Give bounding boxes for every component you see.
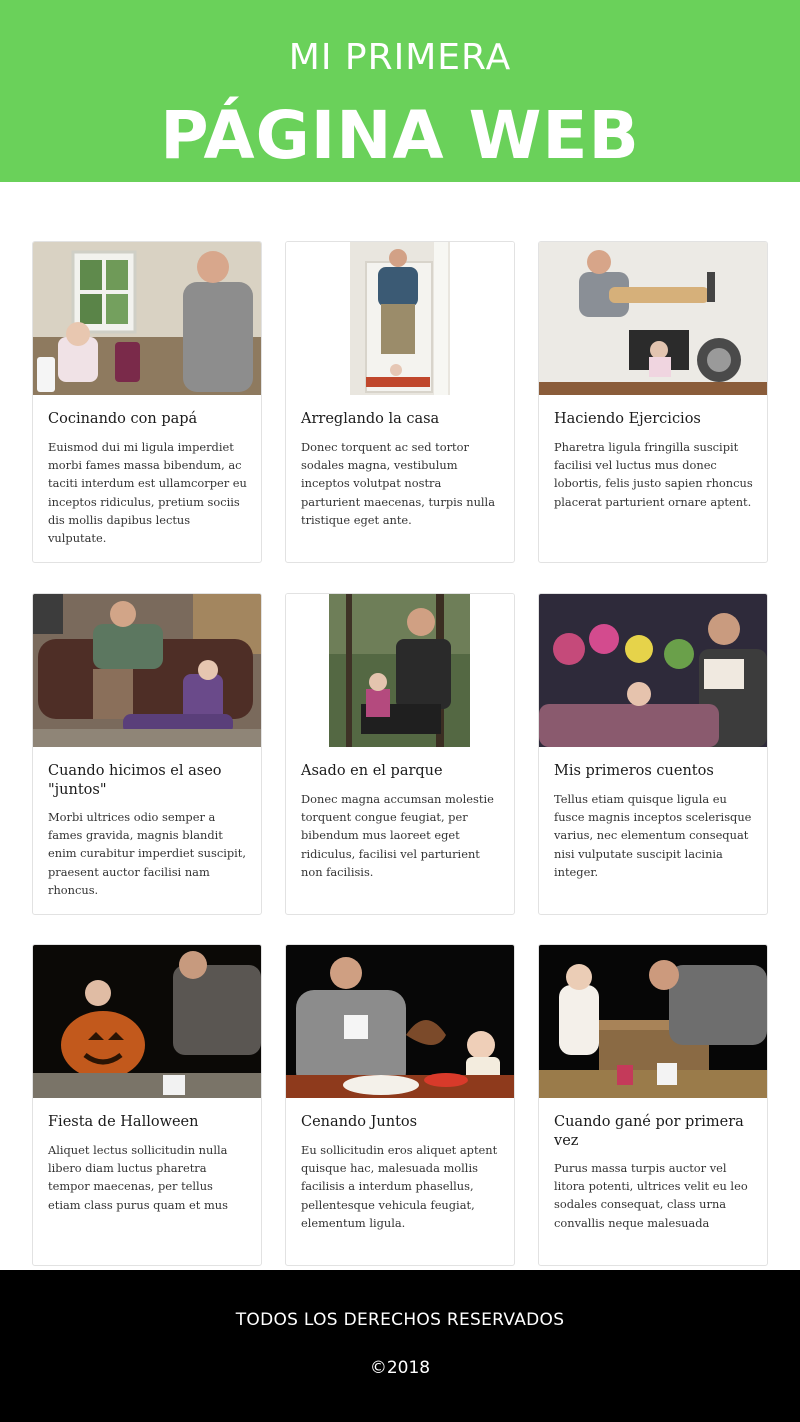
card-aseo: Cuando hicimos el aseo "juntos" Morbi ul… [32,593,262,915]
card-text: Donec torquent ac sed tortor sodales mag… [301,440,495,527]
card-arreglando: Arreglando la casa Donec torquent ac sed… [285,241,515,563]
card-asado: Asado en el parque Donec magna accumsan … [285,593,515,915]
card-photo [33,242,261,395]
card-title: Mis primeros cuentos [554,763,714,779]
card-text: Tellus etiam quisque ligula eu fusce mag… [554,792,752,879]
card-photo [286,242,514,395]
card-photo [539,594,767,747]
card-text: Purus massa turpis auctor vel litora pot… [554,1161,748,1230]
card-text: Pharetra ligula fringilla suscipit facil… [554,440,753,509]
card-text: Eu sollicitudin eros aliquet aptent quis… [301,1143,498,1230]
footer-rights: TODOS LOS DERECHOS RESERVADOS [235,1310,565,1330]
header-title: PÁGINA WEB [160,97,640,174]
page-footer: TODOS LOS DERECHOS RESERVADOS ©2018 [0,1270,800,1422]
footer-copyright: ©2018 [369,1358,431,1378]
card-text: Donec magna accumsan molestie torquent c… [301,792,494,879]
card-photo [286,945,514,1098]
card-text: Morbi ultrices odio semper a fames gravi… [48,810,246,897]
card-cocinando: Cocinando con papá Euismod dui mi ligula… [32,241,262,563]
card-title: Cuando hicimos el aseo "juntos" [48,763,222,798]
card-title: Cocinando con papá [48,411,198,427]
card-photo [539,242,767,395]
card-ejercicios: Haciendo Ejercicios Pharetra ligula frin… [538,241,768,563]
card-text: Aliquet lectus sollicitudin nulla libero… [48,1143,228,1212]
card-title: Arreglando la casa [301,411,440,427]
card-title: Cuando gané por primera vez [554,1114,744,1149]
card-photo [286,594,514,747]
card-photo [33,594,261,747]
card-title: Fiesta de Halloween [48,1114,199,1130]
card-cenando: Cenando Juntos Eu sollicitudin eros aliq… [285,944,515,1266]
header-subtitle: MI PRIMERA [288,37,512,78]
card-title: Cenando Juntos [301,1114,418,1130]
card-photo [539,945,767,1098]
card-title: Asado en el parque [301,763,443,779]
page-header: MI PRIMERA PÁGINA WEB [0,0,800,182]
card-primera-vez: Cuando gané por primera vez Purus massa … [538,944,768,1266]
card-photo [33,945,261,1098]
card-text: Euismod dui mi ligula imperdiet morbi fa… [48,440,247,546]
card-halloween: Fiesta de Halloween Aliquet lectus solli… [32,944,262,1266]
card-title: Haciendo Ejercicios [554,411,701,427]
card-cuentos: Mis primeros cuentos Tellus etiam quisqu… [538,593,768,915]
